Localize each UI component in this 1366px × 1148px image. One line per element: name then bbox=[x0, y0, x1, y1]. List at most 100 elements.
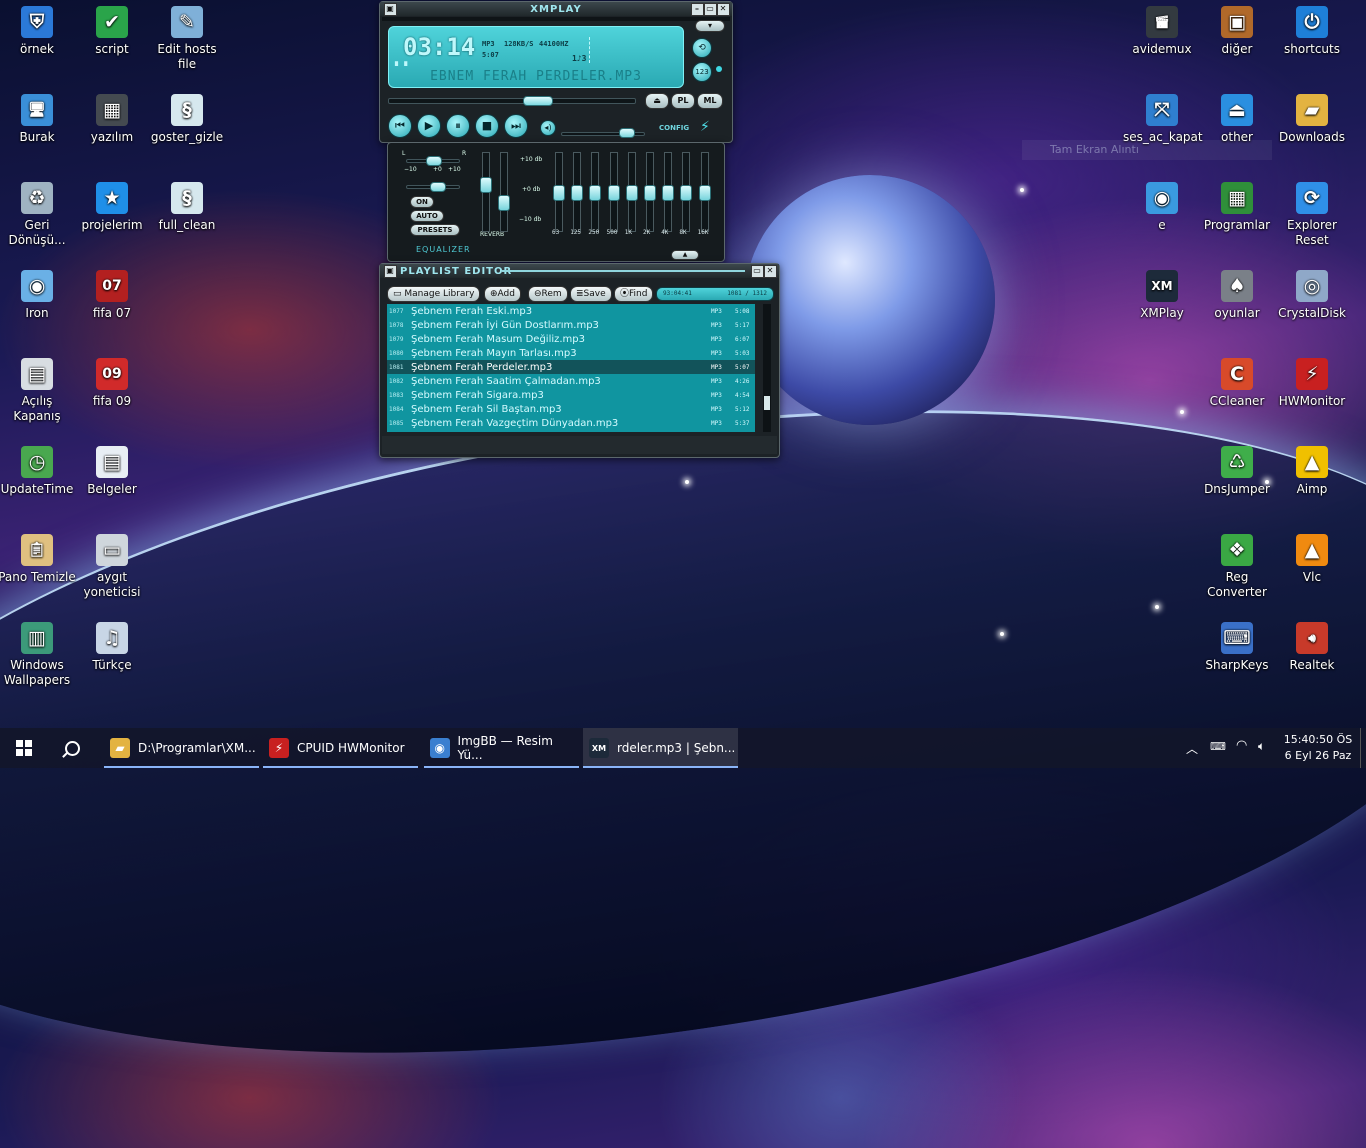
reverb-knob[interactable] bbox=[480, 177, 492, 193]
desktop-icon[interactable]: § goster_gizle bbox=[148, 94, 226, 145]
manage-library-button[interactable]: ▭ Manage Library bbox=[387, 286, 481, 302]
desktop-icon[interactable]: ♫ Türkçe bbox=[73, 622, 151, 673]
eq-band-slider[interactable] bbox=[607, 152, 620, 232]
eq-band-slider[interactable] bbox=[644, 152, 656, 232]
desktop-icon[interactable]: ♠ oyunlar bbox=[1198, 270, 1276, 321]
desktop-icon[interactable]: ⤧ ses_ac_kapat bbox=[1123, 94, 1203, 145]
seek-bar[interactable] bbox=[388, 98, 636, 104]
shade-button[interactable]: ▭ bbox=[704, 3, 717, 16]
taskbar-app-button[interactable]: ◉ ImgBB — Resim Yü... bbox=[424, 728, 579, 768]
preamp-knob[interactable] bbox=[430, 182, 446, 192]
eq-band-slider[interactable] bbox=[589, 152, 602, 232]
add-button[interactable]: ⊕Add bbox=[484, 286, 521, 302]
volume-knob[interactable] bbox=[618, 128, 635, 138]
desktop-icon[interactable]: ✔ script bbox=[73, 6, 151, 57]
reverb-slider[interactable] bbox=[480, 152, 492, 232]
desktop-icon[interactable]: ❖ Reg Converter bbox=[1198, 534, 1276, 600]
desktop-icon[interactable]: ⏻ shortcuts bbox=[1273, 6, 1351, 57]
eq-band-knob[interactable] bbox=[662, 185, 675, 201]
save-button[interactable]: ≣Save bbox=[570, 286, 612, 302]
play-button[interactable]: ▶ bbox=[417, 114, 441, 138]
repeat-icon[interactable]: ⟲ bbox=[692, 38, 712, 58]
desktop-icon[interactable]: 07 fifa 07 bbox=[73, 270, 151, 321]
show-hidden-icons[interactable]: ︿ bbox=[1186, 740, 1198, 757]
desktop-icon[interactable]: ◎ CrystalDisk bbox=[1273, 270, 1351, 321]
eq-band-slider[interactable] bbox=[698, 152, 711, 232]
volume-icon[interactable]: 🔈︎ bbox=[1258, 739, 1265, 754]
desktop-icon[interactable]: ▲ Vlc bbox=[1273, 534, 1351, 585]
remove-button[interactable]: ⊖Rem bbox=[528, 286, 568, 302]
eq-presets-button[interactable]: PRESETS bbox=[410, 224, 460, 236]
taskbar-app-button[interactable]: ▰ D:\Programlar\XM... bbox=[104, 728, 259, 768]
playlist-scrollbar[interactable] bbox=[763, 304, 771, 432]
clock[interactable]: 15:40:50 ÖS 6 Eyl 26 Paz bbox=[1282, 732, 1354, 764]
config-label[interactable]: CONFIG bbox=[659, 124, 689, 132]
eq-band-slider[interactable] bbox=[553, 152, 565, 232]
previous-button[interactable]: ⏮ bbox=[388, 114, 412, 138]
minimize-button[interactable]: – bbox=[691, 3, 704, 16]
system-menu-button[interactable]: ▣ bbox=[384, 3, 397, 16]
eq-band-slider[interactable] bbox=[571, 152, 584, 232]
show-desktop-button[interactable] bbox=[1360, 728, 1366, 768]
desktop-icon[interactable]: C CCleaner bbox=[1198, 358, 1276, 409]
close-button[interactable]: ✕ bbox=[717, 3, 730, 16]
wifi-icon[interactable]: ◠ bbox=[1236, 738, 1247, 753]
playlist-row[interactable]: 1078 Şebnem Ferah İyi Gün Dostlarım.mp3 MP… bbox=[387, 318, 755, 332]
playlist-close-button[interactable]: ✕ bbox=[764, 265, 777, 278]
desktop-icon[interactable]: ▦ yazılım bbox=[73, 94, 151, 145]
desktop-icon[interactable]: § full_clean bbox=[148, 182, 226, 233]
playlist-row[interactable]: 1082 Şebnem Ferah Saatim Çalmadan.mp3 MP3 4… bbox=[387, 374, 755, 388]
eq-auto-button[interactable]: AUTO bbox=[410, 210, 444, 222]
menu-down-button[interactable]: ▾ bbox=[695, 20, 725, 32]
shuffle-icon[interactable]: 123 bbox=[692, 62, 712, 82]
eq-band-slider[interactable] bbox=[680, 152, 693, 232]
balance-knob[interactable] bbox=[426, 156, 442, 166]
playlist-row-current[interactable]: 1081 Şebnem Ferah Perdeler.mp3 MP3 5:07 bbox=[387, 360, 755, 374]
speaker-icon[interactable]: ◂) bbox=[540, 120, 556, 136]
playlist-row[interactable]: 1085 Şebnem Ferah Vazgeçtim Dünyadan.mp3 M… bbox=[387, 416, 755, 430]
search-button[interactable] bbox=[48, 728, 96, 768]
desktop-icon[interactable]: ♻ Geri Dönüşü... bbox=[0, 182, 76, 248]
desktop-icon[interactable]: ⏏ other bbox=[1198, 94, 1276, 145]
pause-button[interactable]: ⏸ bbox=[446, 114, 470, 138]
desktop-icon[interactable]: ◉ Iron bbox=[0, 270, 76, 321]
xmplay-titlebar[interactable]: ▣ XMPLAY – ▭ ✕ bbox=[380, 2, 732, 16]
playlist-list[interactable]: 1077 Şebnem Ferah Eski.mp3 MP3 5:08 1078 Şebn… bbox=[387, 304, 755, 432]
eq-band-knob[interactable] bbox=[680, 185, 693, 201]
time-display[interactable]: 03:14 bbox=[403, 33, 475, 61]
display-panel[interactable]: ▖▗ 03:14 MP3 128KB/S 44100HZ 5:07 1♪3 EB… bbox=[388, 26, 684, 88]
eq-band-knob[interactable] bbox=[625, 185, 638, 201]
desktop-icon[interactable]: 🔊︎ Realtek bbox=[1273, 622, 1351, 673]
taskbar-app-button[interactable]: ⚡ CPUID HWMonitor bbox=[263, 728, 418, 768]
eject-button[interactable]: ⏏ bbox=[645, 93, 669, 109]
eq-band-slider[interactable] bbox=[625, 152, 638, 232]
desktop-icon[interactable]: ⟳ Explorer Reset bbox=[1273, 182, 1351, 248]
desktop-icon[interactable]: XM XMPlay bbox=[1123, 270, 1201, 321]
keyboard-icon[interactable]: ⌨ bbox=[1210, 740, 1226, 753]
playlist-row[interactable]: 1083 Şebnem Ferah Sigara.mp3 MP3 4:54 bbox=[387, 388, 755, 402]
taskbar-app-button[interactable]: XM rdeler.mp3 | Şebn... bbox=[583, 728, 738, 768]
eq-band-knob[interactable] bbox=[607, 185, 620, 201]
start-button[interactable] bbox=[0, 728, 48, 768]
desktop-icon[interactable]: ★ projelerim bbox=[73, 182, 151, 233]
stop-button[interactable]: ■ bbox=[475, 114, 499, 138]
reverb-knob[interactable] bbox=[498, 195, 510, 211]
next-button[interactable]: ⏭ bbox=[504, 114, 528, 138]
eq-band-knob[interactable] bbox=[644, 185, 656, 201]
seek-knob[interactable] bbox=[523, 96, 554, 106]
eq-band-slider[interactable] bbox=[662, 152, 675, 232]
eq-band-knob[interactable] bbox=[571, 185, 584, 201]
xmplay-main-window[interactable]: ▣ XMPLAY – ▭ ✕ ▖▗ 03:14 MP3 128KB/S 4410… bbox=[379, 1, 733, 143]
desktop-icon[interactable]: ▦ Programlar bbox=[1198, 182, 1276, 233]
playlist-toggle-button[interactable]: PL bbox=[671, 93, 695, 109]
desktop-icon[interactable]: 09 fifa 09 bbox=[73, 358, 151, 409]
desktop-icon[interactable]: ▣ diğer bbox=[1198, 6, 1276, 57]
find-button[interactable]: ⦿Find bbox=[614, 286, 654, 302]
playlist-row[interactable]: 1077 Şebnem Ferah Eski.mp3 MP3 5:08 bbox=[387, 304, 755, 318]
desktop-icon[interactable]: ▲ Aimp bbox=[1273, 446, 1351, 497]
eq-collapse-button[interactable]: ▲ bbox=[671, 250, 699, 260]
desktop-icon[interactable]: ✎ Edit hosts file bbox=[148, 6, 226, 72]
desktop-icon[interactable]: ⌨ SharpKeys bbox=[1198, 622, 1276, 673]
desktop-icon[interactable]: ▤ Açılış Kapanış bbox=[0, 358, 76, 424]
playlist-window[interactable]: ▣ PLAYLIST EDITOR ▭ ✕ ▭ Manage Library ⊕… bbox=[379, 263, 780, 458]
